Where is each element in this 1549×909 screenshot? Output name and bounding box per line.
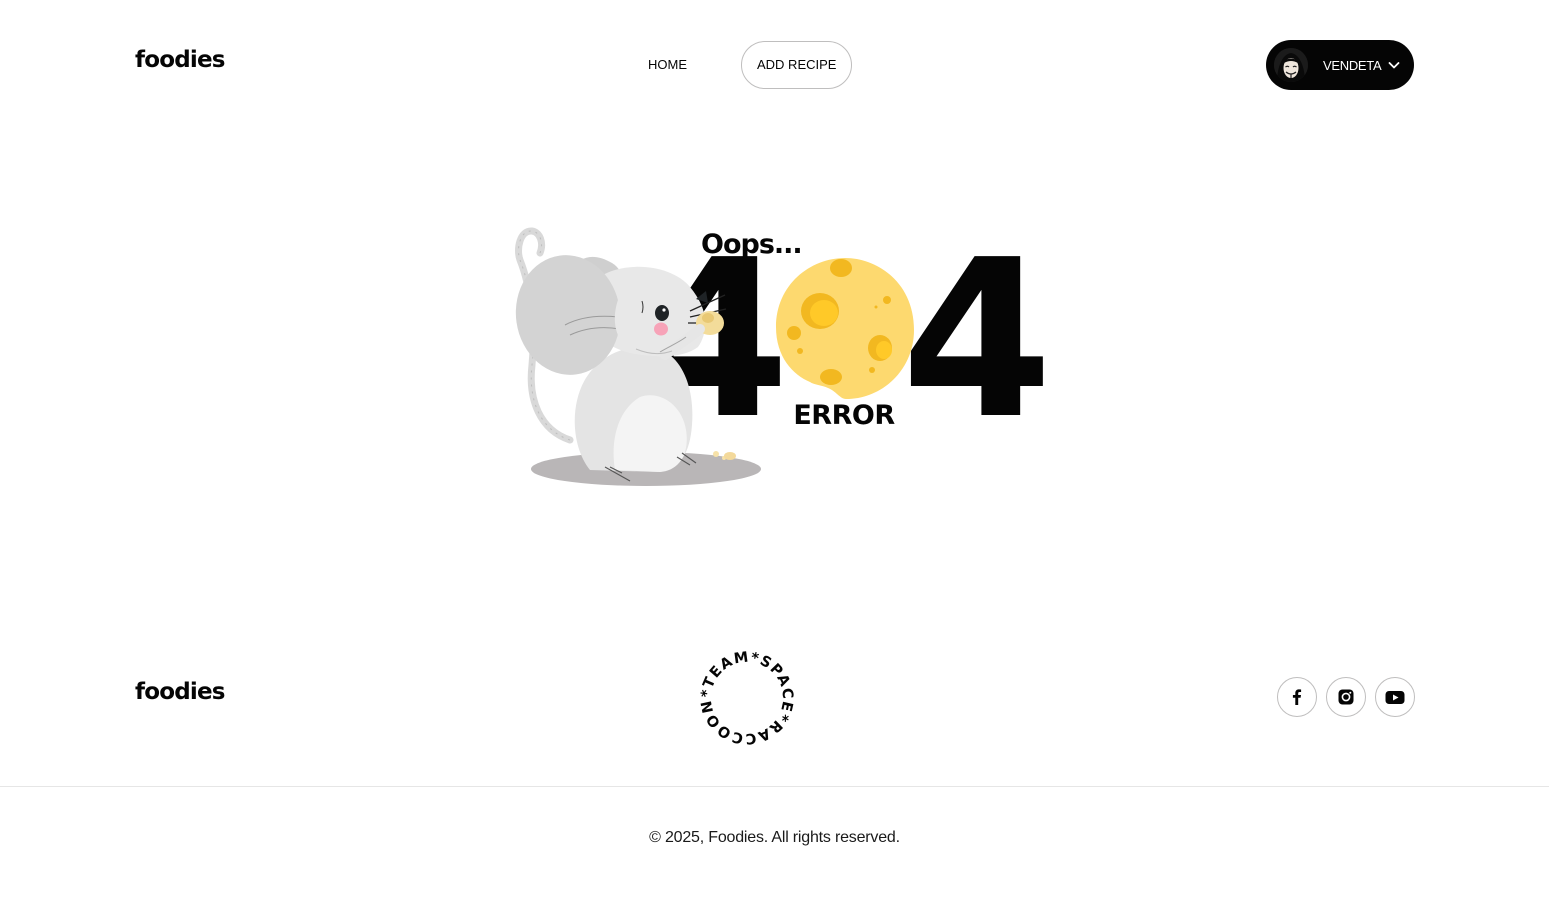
instagram-link[interactable] [1326, 677, 1366, 717]
youtube-icon [1385, 691, 1405, 704]
badge-text: *TEAM*SPACE*RACCOONS [700, 651, 794, 745]
svg-text:*TEAM*SPACE*RACCOONS: *TEAM*SPACE*RACCOONS [700, 651, 794, 745]
main-nav: HOME ADD RECIPE [630, 41, 853, 89]
error-404-illustration: 4 4 Oops... ERROR [515, 225, 1050, 486]
user-name: VENDETA [1323, 57, 1382, 73]
facebook-icon [1292, 689, 1302, 705]
social-links [1277, 677, 1415, 717]
avatar [1274, 48, 1308, 82]
copyright-text: © 2025, Foodies. All rights reserved. [649, 829, 900, 846]
nav-add-recipe-link[interactable]: ADD RECIPE [741, 41, 853, 89]
oops-text: Oops... [701, 229, 802, 260]
footer-divider [0, 786, 1549, 787]
header-logo[interactable]: foodies [135, 47, 225, 73]
facebook-link[interactable] [1277, 677, 1317, 717]
cheese-icon [776, 258, 914, 399]
error-subtitle: ERROR [793, 400, 895, 431]
chevron-down-icon [1388, 62, 1400, 69]
page: foodies HOME ADD RECIPE VENDETA 4 4 Oops… [0, 0, 1549, 909]
nav-home-link[interactable]: HOME [632, 41, 703, 89]
instagram-icon [1338, 689, 1354, 705]
user-menu-button[interactable]: VENDETA [1266, 40, 1414, 90]
error-digit-right: 4 [901, 225, 1050, 467]
team-badge: *TEAM*SPACE*RACCOONS [700, 651, 794, 745]
youtube-link[interactable] [1375, 677, 1415, 717]
footer-logo[interactable]: foodies [135, 679, 225, 705]
